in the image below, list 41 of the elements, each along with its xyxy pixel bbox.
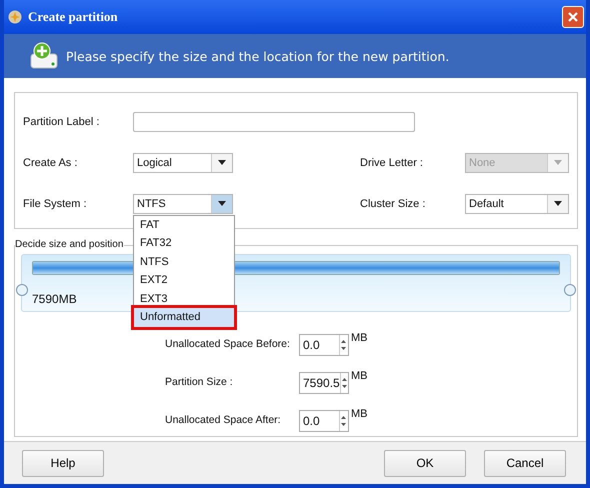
group-title: Decide size and position <box>15 239 124 250</box>
dialog-button[interactable]: Help <box>22 450 104 476</box>
dropdown-option[interactable]: FAT <box>134 216 234 234</box>
caret-icon <box>218 160 226 165</box>
partition-label-field[interactable] <box>133 112 415 132</box>
spin-field[interactable]: 7590.5 <box>299 372 349 394</box>
unit-label: MB <box>350 332 368 344</box>
dropdown-option[interactable]: NTFS <box>134 252 234 271</box>
field-label: Partition Label : <box>23 116 100 128</box>
window-title: Create partition <box>28 9 119 25</box>
add-drive-icon <box>30 42 60 70</box>
right-handle[interactable] <box>564 284 576 296</box>
spin-field[interactable]: 0.0 <box>299 410 349 432</box>
dropdown-option[interactable]: Unformatted <box>134 308 234 326</box>
field-label: Unallocated Space Before: <box>165 337 291 350</box>
dropdown-option[interactable]: EXT2 <box>134 271 234 290</box>
unit-label: MB <box>350 408 368 420</box>
field-label: Unallocated Space After: <box>165 413 282 426</box>
field-label: File System : <box>23 198 88 210</box>
unit-label: MB <box>350 370 368 382</box>
caret-icon <box>218 201 226 206</box>
field-label: Cluster Size : <box>360 198 426 210</box>
caret-icon <box>554 201 562 206</box>
close-button[interactable] <box>562 6 584 28</box>
cluster-size-dropdown[interactable]: Default <box>465 194 569 214</box>
field-label: Create As : <box>23 156 78 168</box>
file-system-dropdown[interactable]: NTFS <box>133 194 233 214</box>
close-icon <box>567 11 579 23</box>
dropdown-option[interactable]: FAT32 <box>134 234 234 252</box>
dropdown-option[interactable]: EXT3 <box>134 290 234 308</box>
caret-icon <box>554 160 562 165</box>
app-icon <box>8 10 22 24</box>
field-label: Partition Size : <box>165 375 234 388</box>
header-text: Please specify the size and the location for the new partition. <box>66 48 450 64</box>
field-label: Drive Letter : <box>360 156 424 168</box>
left-handle[interactable] <box>16 284 28 296</box>
dialog-button[interactable]: OK <box>384 450 466 476</box>
partition-size-reading: 7590MB <box>32 292 77 306</box>
create-as-dropdown[interactable]: Logical <box>133 152 233 172</box>
dialog-button[interactable]: Cancel <box>484 450 566 476</box>
spin-field[interactable]: 0.0 <box>299 334 349 356</box>
